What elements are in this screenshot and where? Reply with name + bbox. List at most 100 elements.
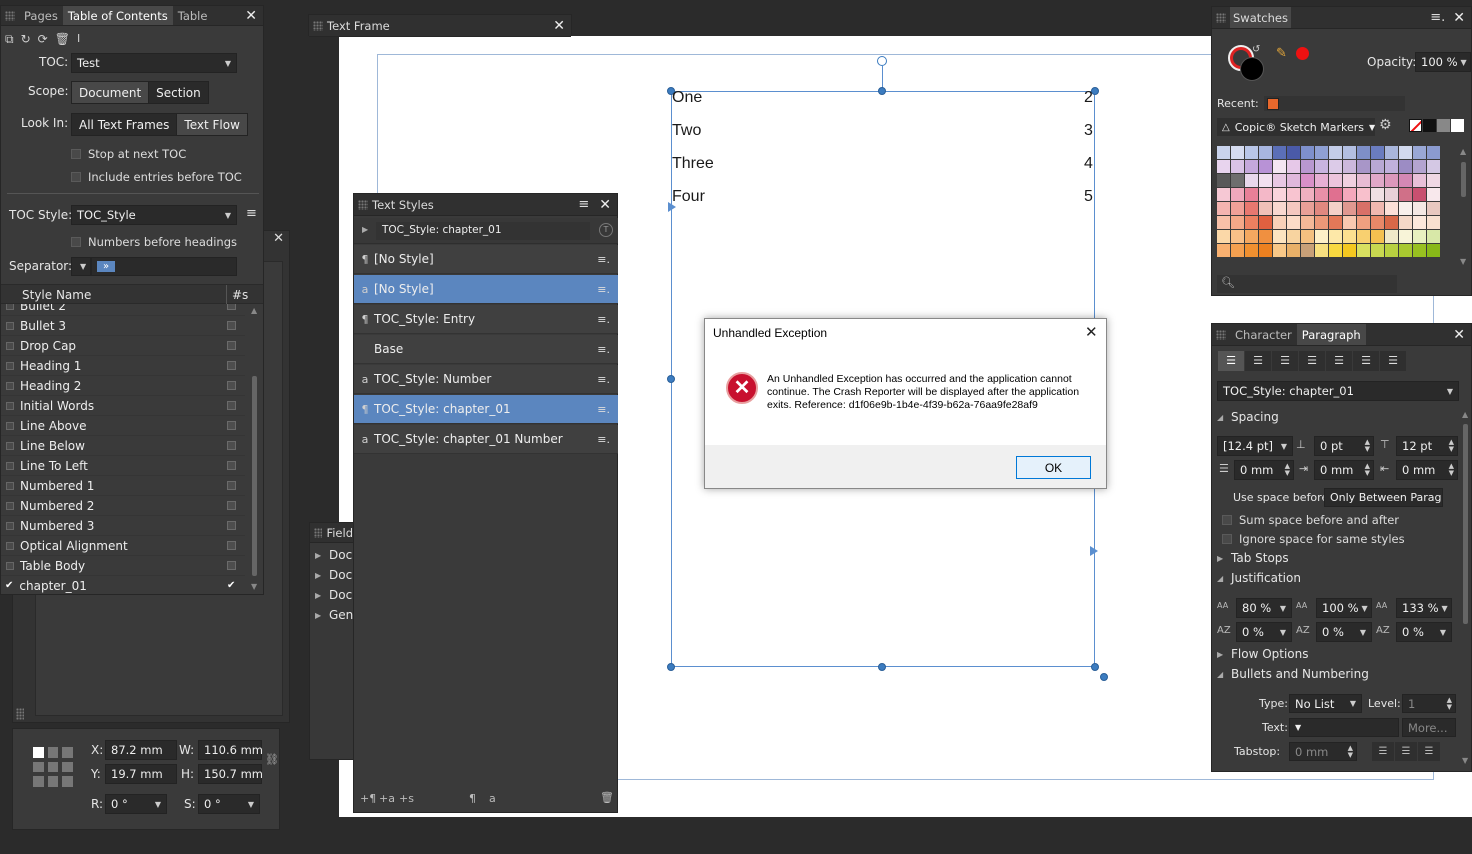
handle-top-mid[interactable] — [878, 87, 886, 95]
color-swatch[interactable] — [1287, 160, 1300, 173]
color-swatch[interactable] — [1315, 244, 1328, 257]
color-swatch[interactable] — [1413, 202, 1426, 215]
grip-icon[interactable] — [313, 20, 323, 31]
color-swatch[interactable] — [1273, 160, 1286, 173]
numbers-before-checkbox[interactable] — [71, 237, 81, 247]
flow-options-section[interactable]: ▶ Flow Options — [1217, 647, 1309, 661]
color-swatch[interactable] — [1245, 146, 1258, 159]
list-item[interactable]: Line Above — [1, 416, 245, 436]
color-swatch[interactable] — [1357, 244, 1370, 257]
color-swatch[interactable] — [1357, 146, 1370, 159]
list-item[interactable]: Line To Left — [1, 456, 245, 476]
color-swatch[interactable] — [1273, 146, 1286, 159]
color-swatch[interactable] — [1301, 230, 1314, 243]
color-swatch[interactable] — [1399, 174, 1412, 187]
color-swatch[interactable] — [1399, 216, 1412, 229]
bullet-align-left-button[interactable]: ☰ — [1372, 742, 1394, 761]
color-swatch[interactable] — [1427, 244, 1440, 257]
list-item[interactable]: Line Below — [1, 436, 245, 456]
scope-document-button[interactable]: Document — [72, 82, 150, 103]
color-swatch[interactable] — [1245, 160, 1258, 173]
rotation-field[interactable]: 0 ° ▼ — [105, 794, 167, 814]
color-swatch[interactable] — [1385, 244, 1398, 257]
list-item[interactable]: a TOC_Style: chapter_01 Number ≡. — [354, 425, 618, 454]
list-item[interactable]: ▶ Gen — [315, 608, 353, 622]
color-swatch[interactable] — [1343, 202, 1356, 215]
color-swatch[interactable] — [1357, 174, 1370, 187]
delete-toc-icon[interactable]: 🗑 — [55, 32, 70, 47]
scope-section-button[interactable]: Section — [149, 82, 208, 103]
recent-swatch[interactable] — [1267, 98, 1279, 110]
list-item[interactable]: Numbered 1 — [1, 476, 245, 496]
color-swatch[interactable] — [1343, 216, 1356, 229]
ignore-space-row[interactable]: Ignore space for same styles — [1222, 532, 1405, 546]
menu-icon[interactable]: ≡. — [597, 343, 610, 356]
tab-paragraph[interactable]: Paragraph — [1296, 324, 1366, 345]
color-swatch[interactable] — [1371, 230, 1384, 243]
bullet-align-right-button[interactable]: ☰ — [1418, 742, 1440, 761]
include-checkbox[interactable] — [227, 501, 236, 510]
color-swatch[interactable] — [1385, 188, 1398, 201]
ignore-space-checkbox[interactable] — [1222, 534, 1232, 544]
min-word-spacing-field[interactable]: 80 % ▼ — [1236, 598, 1292, 618]
list-item[interactable]: Optical Alignment — [1, 536, 245, 556]
color-swatch[interactable] — [1413, 244, 1426, 257]
list-type-dropdown[interactable]: No List ▼ — [1289, 694, 1362, 713]
color-swatch[interactable] — [1287, 216, 1300, 229]
color-swatch[interactable] — [1357, 202, 1370, 215]
color-swatch[interactable] — [1343, 160, 1356, 173]
color-swatch[interactable] — [1273, 202, 1286, 215]
color-swatch[interactable] — [1287, 174, 1300, 187]
swatch-grid[interactable] — [1217, 146, 1440, 257]
max-letter-spacing-field[interactable]: 0 % ▼ — [1396, 622, 1452, 642]
grip-icon[interactable] — [314, 527, 323, 538]
swatch-scrollbar[interactable]: ▲ ▼ — [1459, 147, 1469, 269]
include-checkbox[interactable] — [227, 461, 236, 470]
use-space-dropdown[interactable]: Only Between Paragr▼ — [1324, 488, 1443, 507]
stop-next-toc-row[interactable]: Stop at next TOC — [71, 147, 186, 161]
color-swatch[interactable] — [1343, 174, 1356, 187]
color-swatch[interactable] — [1329, 146, 1342, 159]
right-indent-field[interactable]: 0 mm ▲ ▼ — [1314, 460, 1374, 480]
handle-overflow[interactable] — [1100, 673, 1108, 681]
color-swatch[interactable] — [1217, 230, 1230, 243]
sum-space-row[interactable]: Sum space before and after — [1222, 513, 1399, 527]
color-swatch[interactable] — [1301, 160, 1314, 173]
justification-section[interactable]: ◢ Justification — [1217, 571, 1301, 585]
bullets-section[interactable]: ◢ Bullets and Numbering — [1217, 667, 1369, 681]
include-checkbox[interactable] — [227, 401, 236, 410]
color-swatch[interactable] — [1287, 188, 1300, 201]
grip-icon[interactable] — [358, 199, 368, 210]
left-indent-field[interactable]: 0 mm ▲ ▼ — [1234, 460, 1294, 480]
color-swatch[interactable] — [1385, 160, 1398, 173]
color-swatch[interactable] — [1287, 244, 1300, 257]
color-swatch[interactable] — [1427, 216, 1440, 229]
color-swatch[interactable] — [1287, 230, 1300, 243]
menu-icon[interactable]: ≡. — [597, 433, 610, 446]
separator-field[interactable]: » — [91, 257, 237, 276]
include-checkbox[interactable]: ✔ — [227, 580, 235, 591]
stop-next-toc-checkbox[interactable] — [71, 149, 81, 159]
color-swatch[interactable] — [1315, 188, 1328, 201]
close-icon[interactable]: ✕ — [245, 9, 257, 23]
space-after-field[interactable]: 12 pt ▲ ▼ — [1396, 436, 1458, 456]
clear-filter-icon[interactable]: T — [599, 223, 613, 237]
list-item[interactable]: a TOC_Style: Number ≡. — [354, 365, 618, 394]
color-swatch[interactable] — [1413, 160, 1426, 173]
color-swatch[interactable] — [1427, 160, 1440, 173]
list-item[interactable]: ¶ TOC_Style: chapter_01 ≡. — [354, 395, 618, 424]
w-field[interactable]: 110.6 mm — [198, 740, 263, 760]
list-item[interactable]: ¶ TOC_Style: Entry ≡. — [354, 305, 618, 334]
color-swatch[interactable] — [1357, 188, 1370, 201]
color-swatch[interactable] — [1301, 216, 1314, 229]
color-swatch[interactable] — [1329, 202, 1342, 215]
close-icon[interactable]: ✕ — [273, 231, 284, 246]
menu-icon[interactable]: ≡. — [597, 283, 610, 296]
color-swatch[interactable] — [1273, 244, 1286, 257]
color-swatch[interactable] — [1315, 160, 1328, 173]
grip-icon[interactable] — [1216, 12, 1226, 23]
swatch-search-field[interactable]: 🔍︎ — [1217, 275, 1397, 293]
color-swatch[interactable] — [1315, 230, 1328, 243]
justify-left-button[interactable]: ☰ — [1299, 351, 1325, 371]
new-character-style-icon[interactable]: +a — [379, 792, 395, 805]
